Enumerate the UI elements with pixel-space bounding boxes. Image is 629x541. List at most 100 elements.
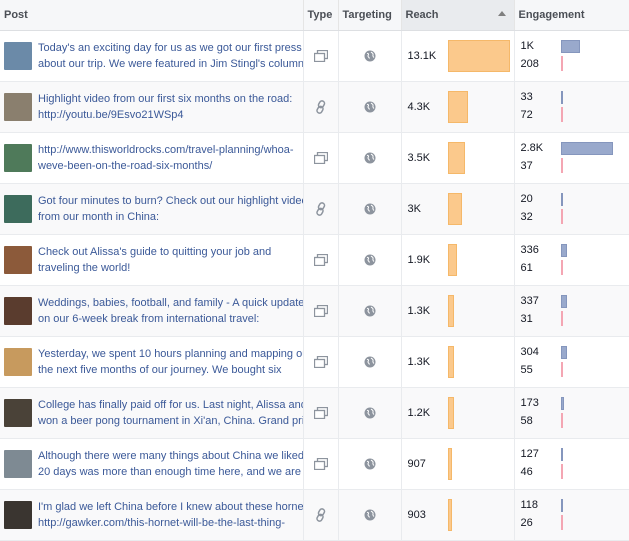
post-cell: I'm glad we left China before I knew abo… [0, 489, 304, 541]
post-text-line1: College has finally paid off for us. Las… [38, 399, 303, 411]
reach-bar [447, 142, 465, 174]
targeting-cell [338, 489, 402, 541]
reach-value: 4.3K [407, 101, 431, 113]
engagement-secondary-value: 208 [520, 58, 539, 70]
reach-cell: 1.9K [401, 234, 515, 286]
post-thumbnail[interactable] [4, 450, 32, 478]
engagement-value: 1K [520, 40, 534, 52]
post-text-link[interactable]: Highlight video from our first six month… [38, 91, 292, 123]
link-icon [315, 202, 327, 216]
reach-value: 3.5K [407, 152, 431, 164]
reach-bar [447, 397, 454, 429]
post-cell: Got four minutes to burn? Check out our … [0, 183, 304, 235]
reach-cell: 3.5K [401, 132, 515, 184]
status-icon [313, 356, 328, 369]
post-text-line2: on our 6-week break from international t… [38, 313, 260, 325]
column-header-type[interactable]: Type [303, 0, 339, 31]
reach-value: 13.1K [407, 50, 437, 62]
post-thumbnail[interactable] [4, 399, 32, 427]
globe-icon [364, 254, 376, 266]
post-text-line1: Highlight video from our first six month… [38, 93, 293, 105]
table-row[interactable]: I'm glad we left China before I knew abo… [0, 489, 629, 541]
table-row[interactable]: Highlight video from our first six month… [0, 81, 629, 133]
reach-bar [447, 193, 462, 225]
engagement-secondary-value: 32 [520, 211, 533, 223]
post-text-line2: weve-been-on-the-road-six-months/ [38, 160, 213, 172]
post-text-link[interactable]: http://www.thisworldrocks.com/travel-pla… [38, 142, 294, 174]
post-text-line2: traveling the world! [38, 262, 131, 274]
engagement-cell: 118 26 [514, 489, 629, 541]
post-cell: Weddings, babies, football, and family -… [0, 285, 304, 337]
globe-icon [364, 509, 376, 521]
engagement-secondary-bar [560, 515, 563, 530]
reach-value: 1.3K [407, 305, 431, 317]
post-text-link[interactable]: I'm glad we left China before I knew abo… [38, 499, 303, 531]
engagement-cell: 173 58 [514, 387, 629, 439]
table-row[interactable]: Although there were many things about Ch… [0, 438, 629, 490]
link-icon [315, 508, 327, 522]
post-thumbnail[interactable] [4, 501, 32, 529]
targeting-cell [338, 336, 402, 388]
post-text-line2: the next five months of our journey. We … [38, 364, 282, 376]
post-text-link[interactable]: Today's an exciting day for us as we got… [38, 40, 303, 72]
type-cell [303, 489, 339, 541]
reach-bar [447, 244, 457, 276]
post-thumbnail[interactable] [4, 195, 32, 223]
reach-cell: 903 [401, 489, 515, 541]
reach-cell: 907 [401, 438, 515, 490]
column-header-post[interactable]: Post [0, 0, 304, 31]
post-thumbnail[interactable] [4, 93, 32, 121]
type-cell [303, 387, 339, 439]
targeting-cell [338, 285, 402, 337]
post-text-line1: Got four minutes to burn? Check out our … [38, 195, 303, 207]
engagement-bar [560, 397, 564, 410]
engagement-secondary-value: 72 [520, 109, 533, 121]
engagement-bar [560, 295, 567, 308]
column-header-targeting[interactable]: Targeting [338, 0, 402, 31]
post-text-link[interactable]: Got four minutes to burn? Check out our … [38, 193, 303, 225]
table-row[interactable]: Today's an exciting day for us as we got… [0, 30, 629, 82]
engagement-value: 118 [520, 499, 539, 511]
table-row[interactable]: Got four minutes to burn? Check out our … [0, 183, 629, 235]
post-cell: Although there were many things about Ch… [0, 438, 304, 490]
column-header-engagement[interactable]: Engagement [514, 0, 629, 31]
post-text-link[interactable]: Although there were many things about Ch… [38, 448, 303, 480]
engagement-secondary-bar [560, 413, 563, 428]
table-row[interactable]: http://www.thisworldrocks.com/travel-pla… [0, 132, 629, 184]
engagement-secondary-bar [560, 311, 563, 326]
type-cell [303, 132, 339, 184]
table-row[interactable]: College has finally paid off for us. Las… [0, 387, 629, 439]
engagement-secondary-bar [560, 362, 563, 377]
targeting-cell [338, 438, 402, 490]
post-text-link[interactable]: Weddings, babies, football, and family -… [38, 295, 303, 327]
post-thumbnail[interactable] [4, 246, 32, 274]
post-text-line1: http://www.thisworldrocks.com/travel-pla… [38, 144, 294, 156]
targeting-cell [338, 81, 402, 133]
post-thumbnail[interactable] [4, 42, 32, 70]
post-thumbnail[interactable] [4, 144, 32, 172]
engagement-secondary-bar [560, 209, 563, 224]
post-text-link[interactable]: Yesterday, we spent 10 hours planning an… [38, 346, 303, 378]
engagement-value: 2.8K [520, 142, 544, 154]
post-text-line1: Today's an exciting day for us as we got… [38, 42, 302, 54]
engagement-cell: 2.8K 37 [514, 132, 629, 184]
table-row[interactable]: Yesterday, we spent 10 hours planning an… [0, 336, 629, 388]
engagement-bar [560, 193, 563, 206]
post-thumbnail[interactable] [4, 297, 32, 325]
post-text-line1: Although there were many things about Ch… [38, 450, 303, 462]
reach-value: 903 [407, 509, 426, 521]
post-text-link[interactable]: College has finally paid off for us. Las… [38, 397, 303, 429]
engagement-secondary-value: 61 [520, 262, 533, 274]
status-icon [313, 305, 328, 318]
reach-header-label: Reach [405, 9, 439, 21]
post-text-link[interactable]: Check out Alissa's guide to quitting you… [38, 244, 271, 276]
reach-bar [447, 40, 510, 72]
column-header-reach[interactable]: Reach [401, 0, 515, 31]
table-row[interactable]: Check out Alissa's guide to quitting you… [0, 234, 629, 286]
globe-icon [364, 152, 376, 164]
post-thumbnail[interactable] [4, 348, 32, 376]
reach-bar [447, 448, 452, 480]
reach-bar [447, 346, 454, 378]
table-row[interactable]: Weddings, babies, football, and family -… [0, 285, 629, 337]
engagement-value: 304 [520, 346, 539, 358]
